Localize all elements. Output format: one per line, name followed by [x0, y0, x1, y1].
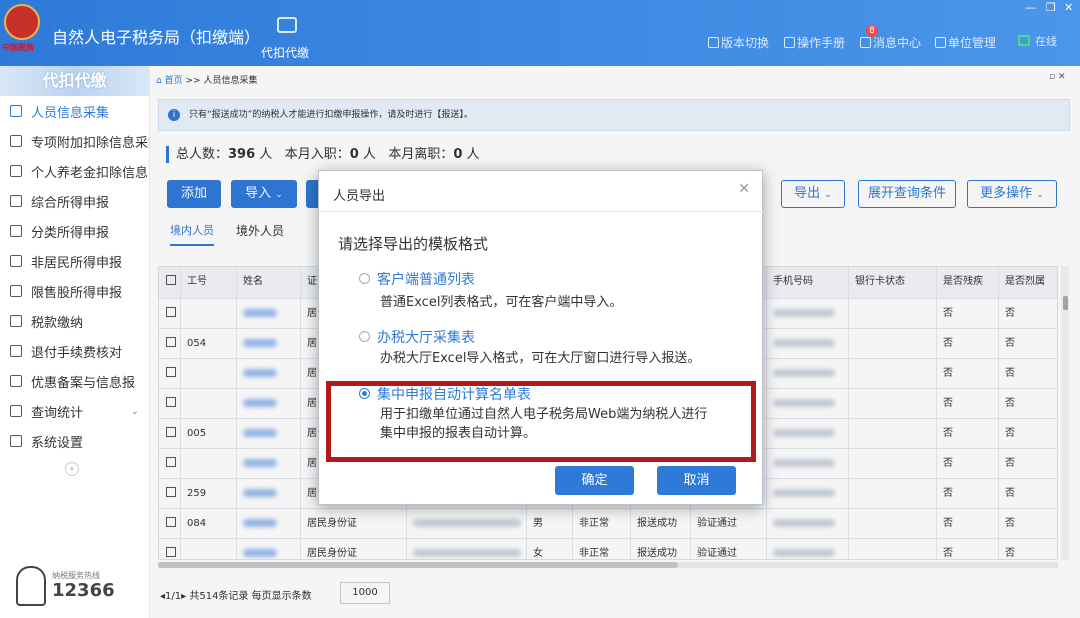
sidebar-item-pension-deduction[interactable]: 个人养老金扣除信息	[0, 156, 149, 186]
option-client-list-title[interactable]: 客户端普通列表	[377, 269, 475, 289]
confirm-button[interactable]: 确定	[555, 466, 634, 495]
file-icon	[10, 375, 22, 387]
sidebar-item-settings[interactable]: 系统设置	[0, 426, 149, 456]
collapse-sidebar-icon[interactable]: «	[65, 462, 79, 476]
divider	[319, 211, 764, 212]
pie-icon	[10, 225, 22, 237]
option-client-list-desc: 普通Excel列表格式，可在客户端中导入。	[380, 295, 623, 310]
search-list-icon	[10, 405, 22, 417]
radio-hall-sheet[interactable]	[359, 331, 370, 342]
cancel-button[interactable]: 取消	[657, 466, 736, 495]
manual-link[interactable]: 操作手册	[784, 34, 845, 51]
gear-icon	[10, 435, 22, 447]
sidebar: 代扣代缴 人员信息采集 专项附加扣除信息采集 个人养老金扣除信息 综合所得申报 …	[0, 66, 150, 618]
online-status: 在线	[1018, 33, 1057, 49]
option-hall-sheet-title[interactable]: 办税大厅采集表	[377, 327, 475, 347]
unit-icon	[935, 37, 946, 48]
sidebar-item-comprehensive-income[interactable]: 综合所得申报	[0, 186, 149, 216]
sidebar-item-tax-payment[interactable]: 税款缴纳	[0, 306, 149, 336]
user-icon	[10, 255, 22, 267]
doc-icon	[10, 165, 22, 177]
sidebar-item-special-deduction[interactable]: 专项附加扣除信息采集	[0, 126, 149, 156]
sidebar-item-preferential-filing[interactable]: 优惠备案与信息报	[0, 366, 149, 396]
version-icon	[708, 37, 719, 48]
hotline-icon	[16, 566, 46, 606]
highlight-annotation-box	[326, 381, 756, 462]
title-bar: 中国税务 自然人电子税务局（扣缴端） 代扣代缴 版本切换 操作手册 消息中心 8…	[0, 0, 1080, 66]
sidebar-title: 代扣代缴	[0, 66, 149, 96]
sidebar-item-person-info[interactable]: 人员信息采集	[0, 96, 149, 126]
close-window-icon[interactable]: ✕	[1064, 1, 1073, 14]
option-hall-sheet-desc: 办税大厅Excel导入格式，可在大厅窗口进行导入报送。	[380, 351, 701, 366]
sidebar-item-restricted-stock[interactable]: 限售股所得申报	[0, 276, 149, 306]
sidebar-item-nonresident-income[interactable]: 非居民所得申报	[0, 246, 149, 276]
app-title: 自然人电子税务局（扣缴端）	[52, 28, 261, 47]
layers-icon	[10, 195, 22, 207]
radio-client-list[interactable]	[359, 273, 370, 284]
dialog-prompt: 请选择导出的模板格式	[338, 235, 489, 253]
sidebar-item-refund-check[interactable]: 退付手续费核对	[0, 336, 149, 366]
version-switch-link[interactable]: 版本切换	[708, 34, 769, 51]
manual-icon	[784, 37, 795, 48]
message-icon	[860, 37, 871, 48]
folder-icon	[10, 315, 22, 327]
doc-check-icon	[10, 345, 22, 357]
unit-manage-link[interactable]: 单位管理	[935, 34, 996, 51]
message-badge: 8	[866, 25, 878, 37]
tax-logo-icon	[4, 4, 40, 40]
close-icon[interactable]: ✕	[738, 181, 750, 197]
sidebar-item-query-stats[interactable]: 查询统计 ⌄	[0, 396, 149, 426]
minimize-icon[interactable]: —	[1025, 1, 1036, 14]
bar-chart-icon	[10, 285, 22, 297]
list-icon	[10, 135, 22, 147]
nav-tab-withholding[interactable]: 代扣代缴	[261, 44, 309, 61]
maximize-icon[interactable]: ❐	[1046, 1, 1056, 14]
chevron-down-icon: ⌄	[130, 405, 139, 417]
person-icon	[10, 105, 22, 117]
logo-text: 中国税务	[2, 43, 34, 52]
online-icon	[1018, 35, 1030, 46]
dialog-title: 人员导出	[333, 189, 386, 204]
sidebar-item-classified-income[interactable]: 分类所得申报	[0, 216, 149, 246]
hotline-number: 12366	[52, 580, 115, 601]
wallet-icon[interactable]	[277, 17, 297, 33]
